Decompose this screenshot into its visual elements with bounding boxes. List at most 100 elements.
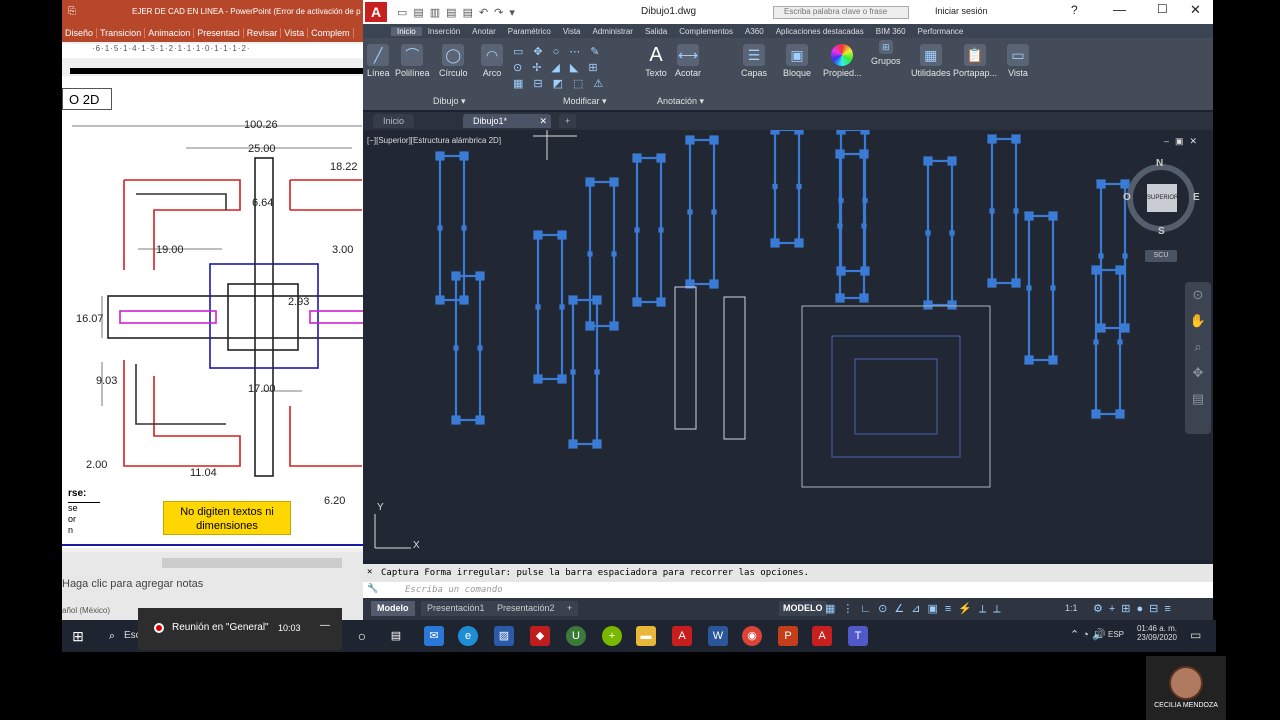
ppt-tab[interactable]: Vista bbox=[281, 28, 309, 38]
grip-handle[interactable] bbox=[711, 209, 717, 215]
grip-handle[interactable] bbox=[461, 225, 467, 231]
grip-handle[interactable] bbox=[1011, 134, 1021, 144]
grip-handle[interactable] bbox=[559, 304, 565, 310]
grip-handle[interactable] bbox=[949, 230, 955, 236]
grip-handle[interactable] bbox=[609, 177, 619, 187]
grip-handle[interactable] bbox=[1024, 211, 1034, 221]
powerpoint-icon[interactable]: P bbox=[778, 626, 798, 646]
grip-handle[interactable] bbox=[860, 130, 870, 135]
save-icon[interactable]: ⎘ bbox=[68, 0, 76, 24]
model-status-button[interactable]: MODELO bbox=[779, 601, 827, 616]
grip-handle[interactable] bbox=[451, 271, 461, 281]
grip-handle[interactable] bbox=[658, 227, 664, 233]
ppt-tab[interactable]: Diseño bbox=[62, 28, 98, 38]
task-view-icon[interactable]: ▤ bbox=[386, 626, 406, 646]
grip-handle[interactable] bbox=[533, 230, 543, 240]
grip-handle[interactable] bbox=[862, 197, 868, 204]
mail-icon[interactable]: ✉ bbox=[424, 626, 444, 646]
notifications-icon[interactable]: ▭ bbox=[1190, 628, 1201, 642]
autocad-logo-icon[interactable]: A bbox=[365, 2, 387, 22]
selected-rect[interactable] bbox=[990, 137, 1018, 285]
line-tool-button[interactable]: ╱ Línea bbox=[367, 44, 390, 78]
cortana-icon[interactable]: ○ bbox=[352, 626, 372, 646]
grip-handle[interactable] bbox=[1096, 323, 1106, 333]
tab-inicio[interactable]: Inicio bbox=[391, 26, 422, 36]
viewcube[interactable]: SUPERIOR bbox=[1127, 164, 1195, 232]
grip-handle[interactable] bbox=[451, 415, 461, 425]
command-input[interactable]: Escriba un comando bbox=[363, 582, 1213, 598]
compass-west[interactable]: O bbox=[1123, 192, 1131, 203]
photos-icon[interactable]: ▨ bbox=[494, 626, 514, 646]
grip-handle[interactable] bbox=[770, 238, 780, 248]
clipboard-button[interactable]: 📋 Portapap... bbox=[953, 44, 997, 78]
word-icon[interactable]: W bbox=[708, 626, 728, 646]
grip-handle[interactable] bbox=[1096, 179, 1106, 189]
grip-handle[interactable] bbox=[709, 279, 719, 289]
cad-rect[interactable] bbox=[674, 286, 697, 430]
grip-handle[interactable] bbox=[1048, 211, 1058, 221]
layout-tab-presentation2[interactable]: Presentación2 bbox=[491, 601, 561, 616]
grip-handle[interactable] bbox=[1011, 278, 1021, 288]
selected-rect[interactable] bbox=[1094, 268, 1122, 416]
ppt-tab[interactable]: Complem bbox=[308, 28, 354, 38]
grip-handle[interactable] bbox=[435, 295, 445, 305]
grip-handle[interactable] bbox=[585, 321, 595, 331]
arc-tool-button[interactable]: ◠ Arco bbox=[481, 44, 503, 78]
help-icon[interactable]: ? bbox=[1071, 3, 1078, 17]
grip-handle[interactable] bbox=[794, 238, 804, 248]
grip-handle[interactable] bbox=[923, 156, 933, 166]
doc-tab-start[interactable]: Inicio bbox=[373, 114, 415, 128]
dimension-tool-button[interactable]: ⟷ Acotar bbox=[675, 44, 701, 78]
minimize-meeting-icon[interactable]: — bbox=[320, 620, 330, 631]
grip-handle[interactable] bbox=[794, 130, 804, 135]
layers-button[interactable]: ☰ Capas bbox=[741, 44, 767, 78]
compass-south[interactable]: S bbox=[1158, 226, 1165, 237]
maximize-icon[interactable]: ☐ bbox=[1157, 2, 1168, 16]
grip-handle[interactable] bbox=[687, 209, 693, 215]
app-icon[interactable]: U bbox=[566, 626, 586, 646]
grip-handle[interactable] bbox=[859, 293, 869, 303]
cad-rect[interactable] bbox=[723, 296, 746, 440]
close-icon[interactable]: ✕ bbox=[1190, 2, 1201, 18]
grip-handle[interactable] bbox=[987, 278, 997, 288]
grip-handle[interactable] bbox=[475, 271, 485, 281]
panel-annotation-label[interactable]: Anotación ▾ bbox=[657, 96, 704, 107]
grip-handle[interactable] bbox=[685, 135, 695, 145]
grip-handle[interactable] bbox=[989, 208, 995, 214]
grip-handle[interactable] bbox=[1122, 253, 1128, 259]
tab-insercion[interactable]: Inserción bbox=[422, 27, 466, 36]
grip-handle[interactable] bbox=[435, 151, 445, 161]
grip-handle[interactable] bbox=[836, 130, 846, 135]
signin-link[interactable]: Iniciar sesión bbox=[935, 6, 988, 16]
grip-handle[interactable] bbox=[947, 300, 957, 310]
selected-rect[interactable] bbox=[635, 156, 663, 304]
navigation-bar[interactable]: ⊙ ✋ ⌕ ✥ ▤ bbox=[1185, 282, 1211, 434]
horizontal-scrollbar[interactable] bbox=[162, 558, 342, 568]
grip-handle[interactable] bbox=[557, 230, 567, 240]
grip-handle[interactable] bbox=[1117, 339, 1123, 345]
grip-handle[interactable] bbox=[1093, 339, 1099, 345]
tab-vista[interactable]: Vista bbox=[557, 27, 587, 36]
tab-administrar[interactable]: Administrar bbox=[587, 27, 639, 36]
grip-handle[interactable] bbox=[632, 153, 642, 163]
properties-button[interactable]: Propied... bbox=[823, 44, 862, 78]
utilities-button[interactable]: ▦ Utilidades bbox=[911, 44, 951, 78]
grip-handle[interactable] bbox=[772, 183, 778, 190]
ppt-tab[interactable]: Presentaci bbox=[194, 28, 244, 38]
grip-handle[interactable] bbox=[685, 279, 695, 289]
file-explorer-icon[interactable]: ▬ bbox=[636, 626, 656, 646]
grip-handle[interactable] bbox=[947, 156, 957, 166]
grip-handle[interactable] bbox=[475, 415, 485, 425]
tab-salida[interactable]: Salida bbox=[639, 27, 673, 36]
drawing-viewport[interactable]: [−][Superior][Estructura alámbrica 2D] –… bbox=[363, 130, 1213, 560]
tab-aplicaciones[interactable]: Aplicaciones destacadas bbox=[770, 27, 870, 36]
grip-handle[interactable] bbox=[656, 297, 666, 307]
grip-handle[interactable] bbox=[533, 374, 543, 384]
grip-handle[interactable] bbox=[570, 369, 576, 375]
grip-handle[interactable] bbox=[1115, 265, 1125, 275]
grip-handle[interactable] bbox=[477, 345, 483, 351]
grip-handle[interactable] bbox=[557, 374, 567, 384]
app-icon[interactable]: ◆ bbox=[530, 626, 550, 646]
grip-handle[interactable] bbox=[592, 439, 602, 449]
selected-rect[interactable] bbox=[838, 152, 866, 300]
